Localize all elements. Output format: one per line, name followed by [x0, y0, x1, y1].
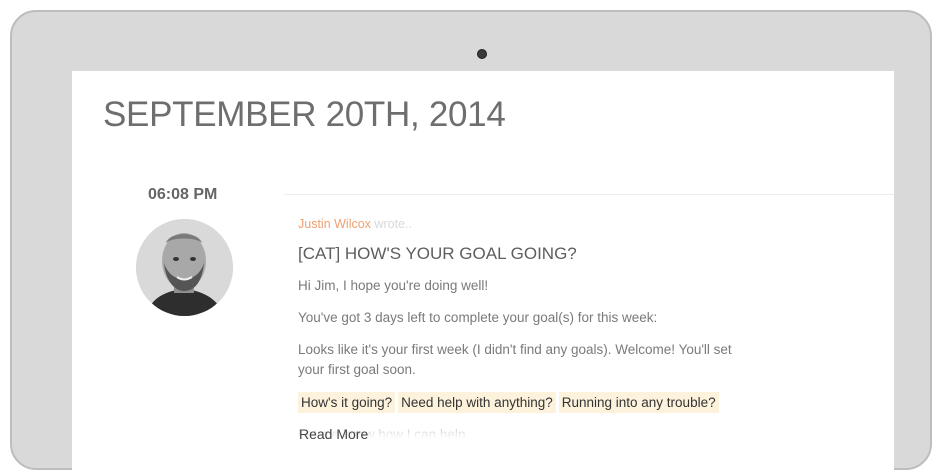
avatar-photo: [136, 219, 233, 316]
highlight-row: How's it going? Need help with anything?…: [298, 392, 738, 413]
highlight-text: Running into any trouble?: [558, 392, 719, 413]
author-name[interactable]: Justin Wilcox: [298, 217, 371, 231]
author-suffix: wrote..: [370, 217, 412, 231]
post-title: [CAT] HOW'S YOUR GOAL GOING?: [298, 244, 577, 263]
entry-time: 06:08 PM: [148, 186, 218, 203]
post-paragraph: Hi Jim, I hope you're doing well!: [298, 278, 489, 293]
post-paragraph: You've got 3 days left to complete your …: [298, 310, 658, 325]
author-line: Justin Wilcox wrote..: [298, 217, 738, 231]
entry-divider: [284, 194, 894, 195]
post-paragraph: Looks like it's your first week (I didn'…: [298, 342, 732, 377]
highlight-text: How's it going?: [298, 392, 396, 413]
camera-dot: [477, 49, 487, 59]
avatar: [136, 219, 233, 316]
highlight-text: Need help with anything?: [398, 392, 556, 413]
screen: SEPTEMBER 20TH, 2014 06:08 PM Justin Wil…: [72, 71, 894, 471]
date-heading: SEPTEMBER 20TH, 2014: [103, 95, 506, 134]
entry-post: Justin Wilcox wrote.. [CAT] HOW'S YOUR G…: [298, 217, 738, 439]
read-more-link[interactable]: Read More: [299, 426, 368, 442]
post-body: Hi Jim, I hope you're doing well! You've…: [298, 276, 738, 439]
laptop-frame: SEPTEMBER 20TH, 2014 06:08 PM Justin Wil…: [10, 10, 932, 471]
